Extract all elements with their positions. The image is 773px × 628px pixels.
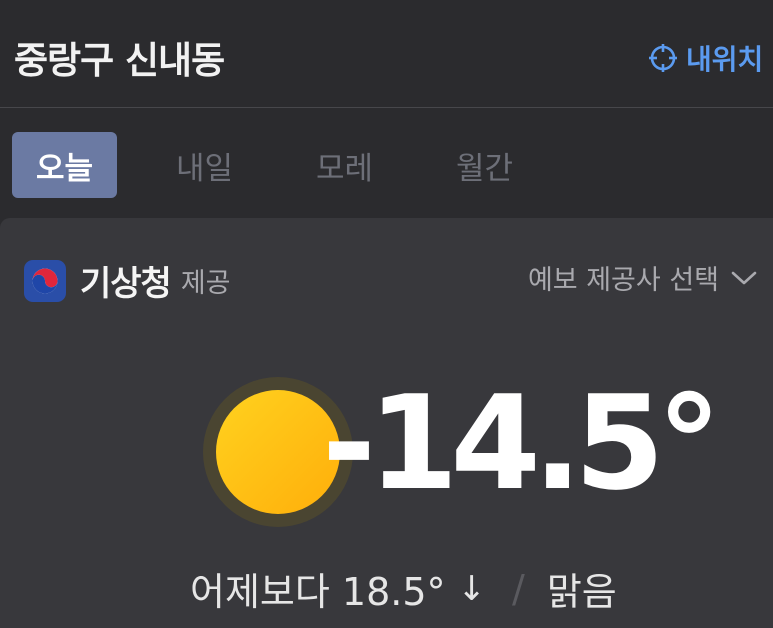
kma-logo-icon <box>24 259 66 302</box>
arrow-down-icon: ↓ <box>457 568 487 609</box>
my-location-button[interactable]: 내위치 <box>648 38 763 78</box>
day-tabs: 오늘 내일 모레 월간 <box>0 108 773 218</box>
provider-name: 기상청 <box>80 264 172 304</box>
my-location-label: 내위치 <box>686 43 764 76</box>
chevron-down-icon <box>731 271 757 284</box>
tab-today[interactable]: 오늘 <box>12 132 117 198</box>
tab-day-after[interactable]: 모레 <box>292 132 397 198</box>
weather-summary: 어제보다 18.5° ↓ / 맑음 <box>190 561 617 616</box>
provider-select-button[interactable]: 예보 제공사 선택 <box>528 258 757 297</box>
summary-separator: / <box>512 566 525 611</box>
current-temperature: -14.5° <box>322 367 722 519</box>
crosshair-icon <box>649 44 677 72</box>
location-title[interactable]: 중랑구 신내동 <box>14 30 225 84</box>
provider-suffix: 제공 <box>180 268 231 299</box>
weather-condition: 맑음 <box>546 570 617 614</box>
weather-card: 기상청 제공 예보 제공사 선택 -14.5° 어제보다 18.5° ↓ / 맑… <box>0 218 773 628</box>
tab-monthly[interactable]: 월간 <box>432 132 537 198</box>
provider-select-label: 예보 제공사 선택 <box>527 265 719 296</box>
temperature-comparison: 어제보다 18.5° <box>190 570 446 614</box>
location-header: 중랑구 신내동 내위치 <box>0 0 773 108</box>
provider-info: 기상청 제공 <box>24 256 231 305</box>
tab-tomorrow[interactable]: 내일 <box>152 132 257 198</box>
